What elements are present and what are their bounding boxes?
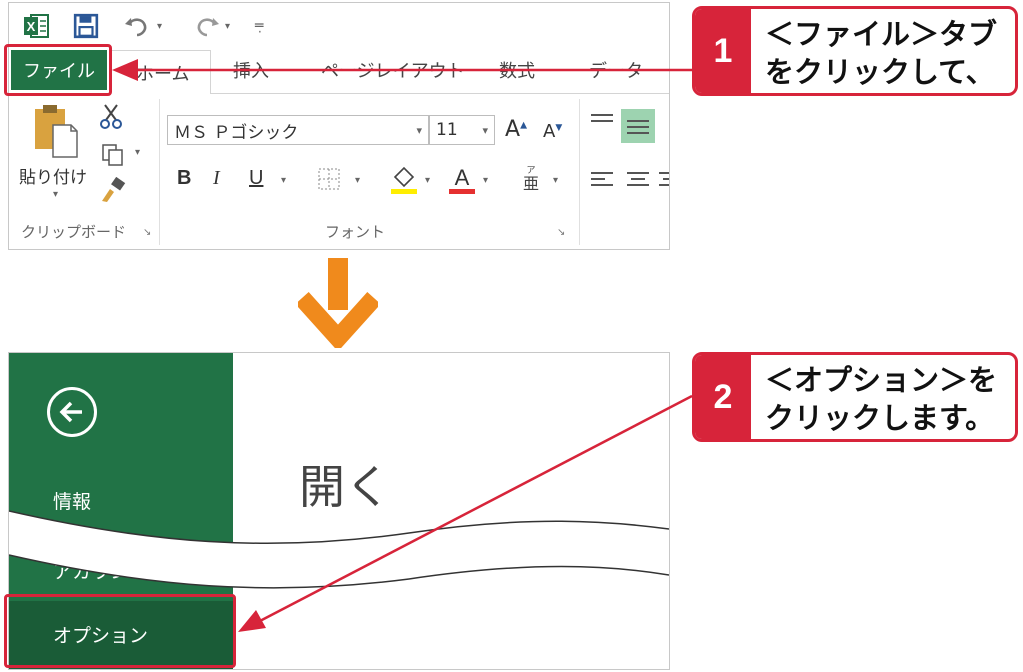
align-left-icon[interactable] xyxy=(589,169,615,191)
step-text: ＜オプション＞を クリックします。 xyxy=(765,361,997,437)
step-text-line-2: をクリックして、 xyxy=(765,55,995,89)
font-color-icon[interactable]: A xyxy=(447,163,477,195)
fill-color-icon[interactable] xyxy=(389,163,419,195)
bold-button[interactable]: B xyxy=(177,167,191,190)
step-text: ＜ファイル＞タブ をクリックして、 xyxy=(765,15,997,91)
down-arrow-icon xyxy=(298,258,378,348)
phonetic-guide-icon[interactable]: ア 亜 xyxy=(519,163,543,193)
step-number: 1 xyxy=(695,9,751,93)
tab-home-label: ホーム xyxy=(136,63,190,85)
back-button[interactable] xyxy=(47,387,97,437)
fill-color-dropdown-icon[interactable]: ▾ xyxy=(425,175,430,186)
callout-step-1: 1 ＜ファイル＞タブ をクリックして、 xyxy=(692,6,1018,96)
underline-button[interactable]: U xyxy=(249,167,263,190)
tab-insert[interactable]: 挿入 xyxy=(233,50,269,90)
group-separator xyxy=(159,99,160,245)
file-tab-highlight xyxy=(4,44,112,96)
options-highlight xyxy=(4,594,236,668)
step-text-line-2: クリックします。 xyxy=(765,401,995,435)
font-launcher-icon[interactable]: ↘ xyxy=(557,227,565,238)
clipboard-launcher-icon[interactable]: ↘ xyxy=(143,227,151,238)
underline-dropdown-icon[interactable]: ▾ xyxy=(281,175,286,186)
font-name-value: ＭＳ Ｐゴシック xyxy=(174,122,299,143)
tab-formulas[interactable]: 数式 xyxy=(499,50,535,90)
excel-logo-icon: X xyxy=(24,14,49,38)
decrease-font-size-icon[interactable]: A▼ xyxy=(543,121,562,142)
paste-label[interactable]: 貼り付け xyxy=(19,163,87,188)
group-separator xyxy=(579,99,580,245)
tab-page-layout[interactable]: ページレイアウト xyxy=(321,50,465,90)
font-group-label: フォント xyxy=(325,223,386,241)
cut-icon[interactable] xyxy=(99,103,123,129)
svg-text:亜: 亜 xyxy=(523,174,539,193)
tab-home[interactable]: ホーム xyxy=(109,50,211,94)
undo-dropdown-icon[interactable]: ▾ xyxy=(157,13,162,39)
font-size-value: 11 xyxy=(436,120,458,140)
copy-dropdown-icon[interactable]: ▾ xyxy=(135,147,140,158)
callout-step-2: 2 ＜オプション＞を クリックします。 xyxy=(692,352,1018,442)
font-name-combo[interactable]: ＭＳ Ｐゴシック ▾ xyxy=(167,115,429,145)
italic-button[interactable]: I xyxy=(213,167,220,190)
svg-text:X: X xyxy=(27,19,36,34)
phonetic-dropdown-icon[interactable]: ▾ xyxy=(553,175,558,186)
redo-icon[interactable] xyxy=(193,13,221,39)
format-painter-icon[interactable] xyxy=(99,177,127,203)
svg-text:A: A xyxy=(455,165,470,190)
chevron-down-icon[interactable]: ▾ xyxy=(416,124,422,137)
increase-font-size-icon[interactable]: A▲ xyxy=(505,117,527,142)
align-center-icon[interactable] xyxy=(625,169,651,191)
copy-icon[interactable] xyxy=(101,143,125,167)
middle-align-icon[interactable] xyxy=(621,109,655,143)
ribbon-screenshot: X ▾ ▾ ═̣ ファイル ホーム 挿入 ページレイアウト 数式 データ 貼り付… xyxy=(8,2,670,250)
tab-data[interactable]: データ xyxy=(589,50,643,90)
align-right-icon[interactable] xyxy=(657,169,669,191)
customize-qat-icon[interactable]: ═̣ xyxy=(255,13,263,39)
paste-dropdown-icon[interactable]: ▾ xyxy=(53,189,58,200)
font-color-dropdown-icon[interactable]: ▾ xyxy=(483,175,488,186)
paste-icon[interactable] xyxy=(31,103,81,159)
undo-icon[interactable] xyxy=(123,13,151,39)
borders-dropdown-icon[interactable]: ▾ xyxy=(355,175,360,186)
clipboard-group-label: クリップボード xyxy=(21,223,127,241)
quick-access-toolbar: X ▾ ▾ ═̣ xyxy=(9,3,669,47)
back-arrow-icon xyxy=(59,401,82,423)
redo-dropdown-icon[interactable]: ▾ xyxy=(225,13,230,39)
step-number: 2 xyxy=(695,355,751,439)
borders-icon[interactable] xyxy=(317,167,341,191)
top-align-icon[interactable] xyxy=(589,111,615,133)
font-size-combo[interactable]: 11 ▾ xyxy=(429,115,495,145)
omission-wave xyxy=(9,510,669,589)
step-text-line-1: ＜オプション＞を xyxy=(765,363,998,397)
chevron-down-icon[interactable]: ▾ xyxy=(482,124,488,137)
step-text-line-1: ＜ファイル＞タブ xyxy=(765,17,998,51)
save-icon[interactable] xyxy=(73,13,99,39)
